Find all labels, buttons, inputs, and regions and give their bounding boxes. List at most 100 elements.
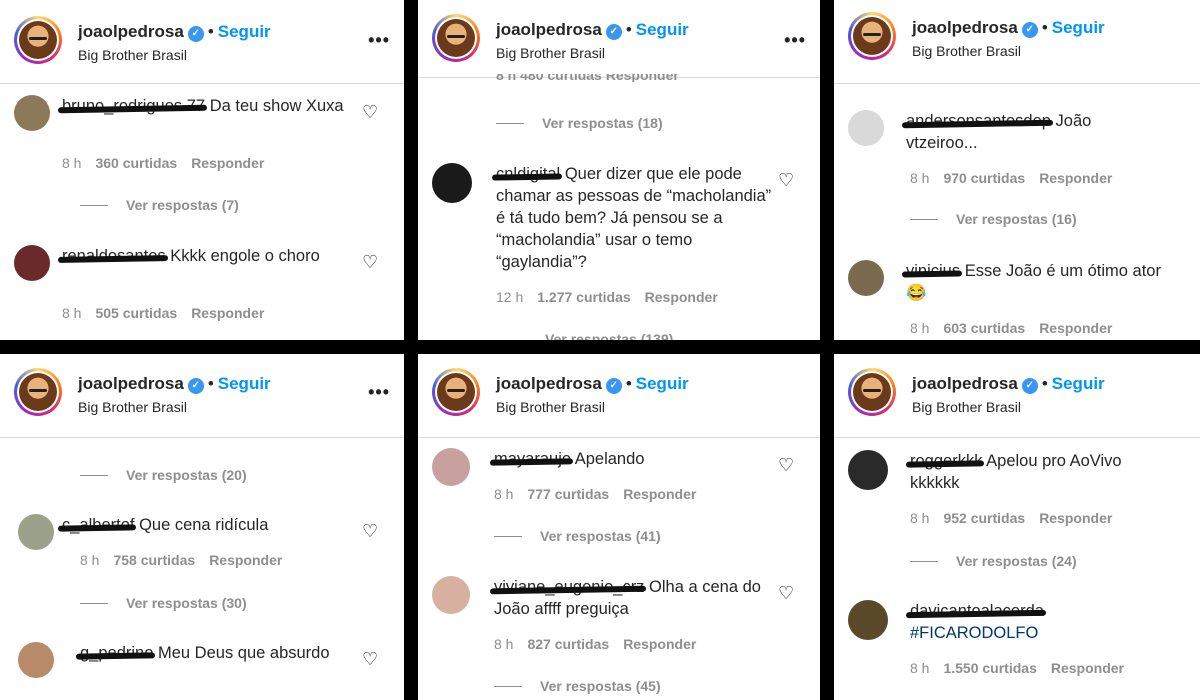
view-replies-button[interactable]: Ver respostas (139)	[545, 331, 673, 340]
separator-dot: •	[207, 374, 214, 393]
comment-avatar[interactable]	[14, 245, 50, 281]
reply-button[interactable]: Responder	[1039, 320, 1112, 336]
comment-username[interactable]: renaldosantos	[62, 247, 166, 265]
comment-likes[interactable]: 970 curtidas	[943, 170, 1025, 186]
profile-avatar[interactable]	[432, 14, 480, 62]
reply-button[interactable]: Responder	[623, 636, 696, 652]
view-replies-button[interactable]: Ver respostas (45)	[494, 678, 661, 694]
more-options-icon[interactable]: •••	[368, 382, 390, 403]
profile-username[interactable]: joaolpedrosa	[912, 18, 1018, 37]
like-heart-icon[interactable]: ♡	[362, 103, 380, 121]
comment-avatar[interactable]	[18, 514, 54, 550]
reply-button[interactable]: Responder	[209, 552, 282, 568]
comment-time: 8 h	[80, 552, 100, 568]
reply-button[interactable]: Responder	[645, 289, 718, 305]
reply-button[interactable]: Responder	[191, 305, 264, 321]
verified-badge-icon: ✓	[187, 378, 204, 394]
view-replies-button[interactable]: Ver respostas (20)	[80, 467, 247, 483]
comment-avatar[interactable]	[18, 642, 54, 678]
comment-username[interactable]: c_albertof	[62, 516, 134, 534]
separator-dot: •	[625, 374, 632, 393]
profile-avatar[interactable]	[848, 368, 896, 416]
reply-button[interactable]: Responder	[1039, 510, 1112, 526]
reply-button[interactable]: Responder	[623, 486, 696, 502]
comment-avatar[interactable]	[14, 95, 50, 131]
comment-text: Meu Deus que absurdo	[158, 644, 330, 662]
profile-avatar[interactable]	[14, 368, 62, 416]
like-heart-icon[interactable]: ♡	[778, 171, 796, 189]
comment-username[interactable]: mayaraujo	[494, 450, 571, 468]
comment-username[interactable]: davicantoalacerda	[910, 602, 1044, 620]
verified-badge-icon: ✓	[605, 24, 622, 40]
comment-time: 8 h	[494, 636, 514, 652]
comment-text: Que cena ridícula	[139, 516, 269, 534]
profile-subtitle: Big Brother Brasil	[78, 47, 187, 63]
comment-time: 12 h	[496, 289, 524, 305]
comment-username[interactable]: viviane_eugenio_crz	[494, 578, 644, 596]
follow-button[interactable]: Seguir	[636, 374, 689, 393]
view-replies-button[interactable]: Ver respostas (30)	[80, 595, 247, 611]
comment-text: Kkkk engole o choro	[170, 247, 320, 265]
profile-avatar[interactable]	[14, 16, 62, 64]
comment-avatar[interactable]	[848, 110, 884, 146]
follow-button[interactable]: Seguir	[636, 20, 689, 39]
profile-username[interactable]: joaolpedrosa	[78, 374, 184, 393]
comment-likes[interactable]: 758 curtidas	[113, 552, 195, 568]
like-heart-icon[interactable]: ♡	[362, 253, 380, 271]
comment-likes[interactable]: 603 curtidas	[943, 320, 1025, 336]
comment-likes[interactable]: 360 curtidas	[95, 155, 177, 171]
view-replies-button[interactable]: Ver respostas (7)	[80, 197, 239, 213]
reply-button[interactable]: Responder	[1051, 660, 1124, 676]
reply-button[interactable]: Responder	[191, 155, 264, 171]
follow-button[interactable]: Seguir	[1052, 374, 1105, 393]
follow-button[interactable]: Seguir	[218, 22, 271, 41]
view-replies-button[interactable]: Ver respostas (41)	[494, 528, 661, 544]
comment-likes[interactable]: 505 curtidas	[95, 305, 177, 321]
more-options-icon[interactable]: •••	[368, 30, 390, 51]
profile-avatar[interactable]	[432, 368, 480, 416]
comment-avatar[interactable]	[848, 260, 884, 296]
comment-username[interactable]: vinicius	[906, 262, 960, 280]
view-replies-button[interactable]: Ver respostas (16)	[910, 211, 1077, 227]
view-replies-button[interactable]: Ver respostas (24)	[910, 553, 1077, 569]
profile-username[interactable]: joaolpedrosa	[496, 20, 602, 39]
follow-button[interactable]: Seguir	[218, 374, 271, 393]
profile-username[interactable]: joaolpedrosa	[496, 374, 602, 393]
profile-username[interactable]: joaolpedrosa	[912, 374, 1018, 393]
verified-badge-icon: ✓	[187, 26, 204, 42]
profile-username[interactable]: joaolpedrosa	[78, 22, 184, 41]
comment-likes[interactable]: 952 curtidas	[943, 510, 1025, 526]
comment-username[interactable]: g_pedrino	[80, 644, 153, 662]
comment-username[interactable]: andersonsantosdep	[906, 112, 1051, 130]
profile-subtitle: Big Brother Brasil	[912, 399, 1021, 415]
comment-time: 8 h	[910, 320, 930, 336]
like-heart-icon[interactable]: ♡	[778, 584, 796, 602]
partial-comment-meta: 8 h 480 curtidas Responder	[496, 74, 679, 82]
like-heart-icon[interactable]: ♡	[362, 650, 380, 668]
profile-avatar[interactable]	[848, 12, 896, 60]
comment-time: 8 h	[910, 170, 930, 186]
comment-likes[interactable]: 1.550 curtidas	[943, 660, 1036, 676]
like-heart-icon[interactable]: ♡	[778, 456, 796, 474]
comment-username[interactable]: cnldigital	[496, 165, 560, 183]
comment-avatar[interactable]	[848, 600, 888, 640]
follow-button[interactable]: Seguir	[1052, 18, 1105, 37]
like-heart-icon[interactable]: ♡	[362, 522, 380, 540]
comment-avatar[interactable]	[432, 163, 472, 203]
view-replies-button[interactable]: Ver respostas (18)	[496, 115, 663, 131]
comment-username[interactable]: roggerkkk	[910, 452, 982, 470]
panel-3: joaolpedrosa ✓ • Seguir Big Brother Brasil …	[834, 0, 1200, 340]
comment-avatar[interactable]	[848, 450, 888, 490]
comment-likes[interactable]: 777 curtidas	[527, 486, 609, 502]
comment-hashtag[interactable]: #FICARODOLFO	[910, 624, 1038, 642]
reply-button[interactable]: Responder	[1039, 170, 1112, 186]
comment-likes[interactable]: 827 curtidas	[527, 636, 609, 652]
profile-subtitle: Big Brother Brasil	[912, 43, 1021, 59]
more-options-icon[interactable]: •••	[784, 30, 806, 51]
comment-avatar[interactable]	[432, 576, 470, 614]
comment-likes[interactable]: 1.277 curtidas	[537, 289, 630, 305]
comment-avatar[interactable]	[432, 448, 470, 486]
separator-dot: •	[207, 22, 214, 41]
panel-2: joaolpedrosa ✓ • Seguir Big Brother Brasil …	[418, 0, 820, 340]
comment-username[interactable]: bruno_rodrigues 77	[62, 97, 205, 115]
